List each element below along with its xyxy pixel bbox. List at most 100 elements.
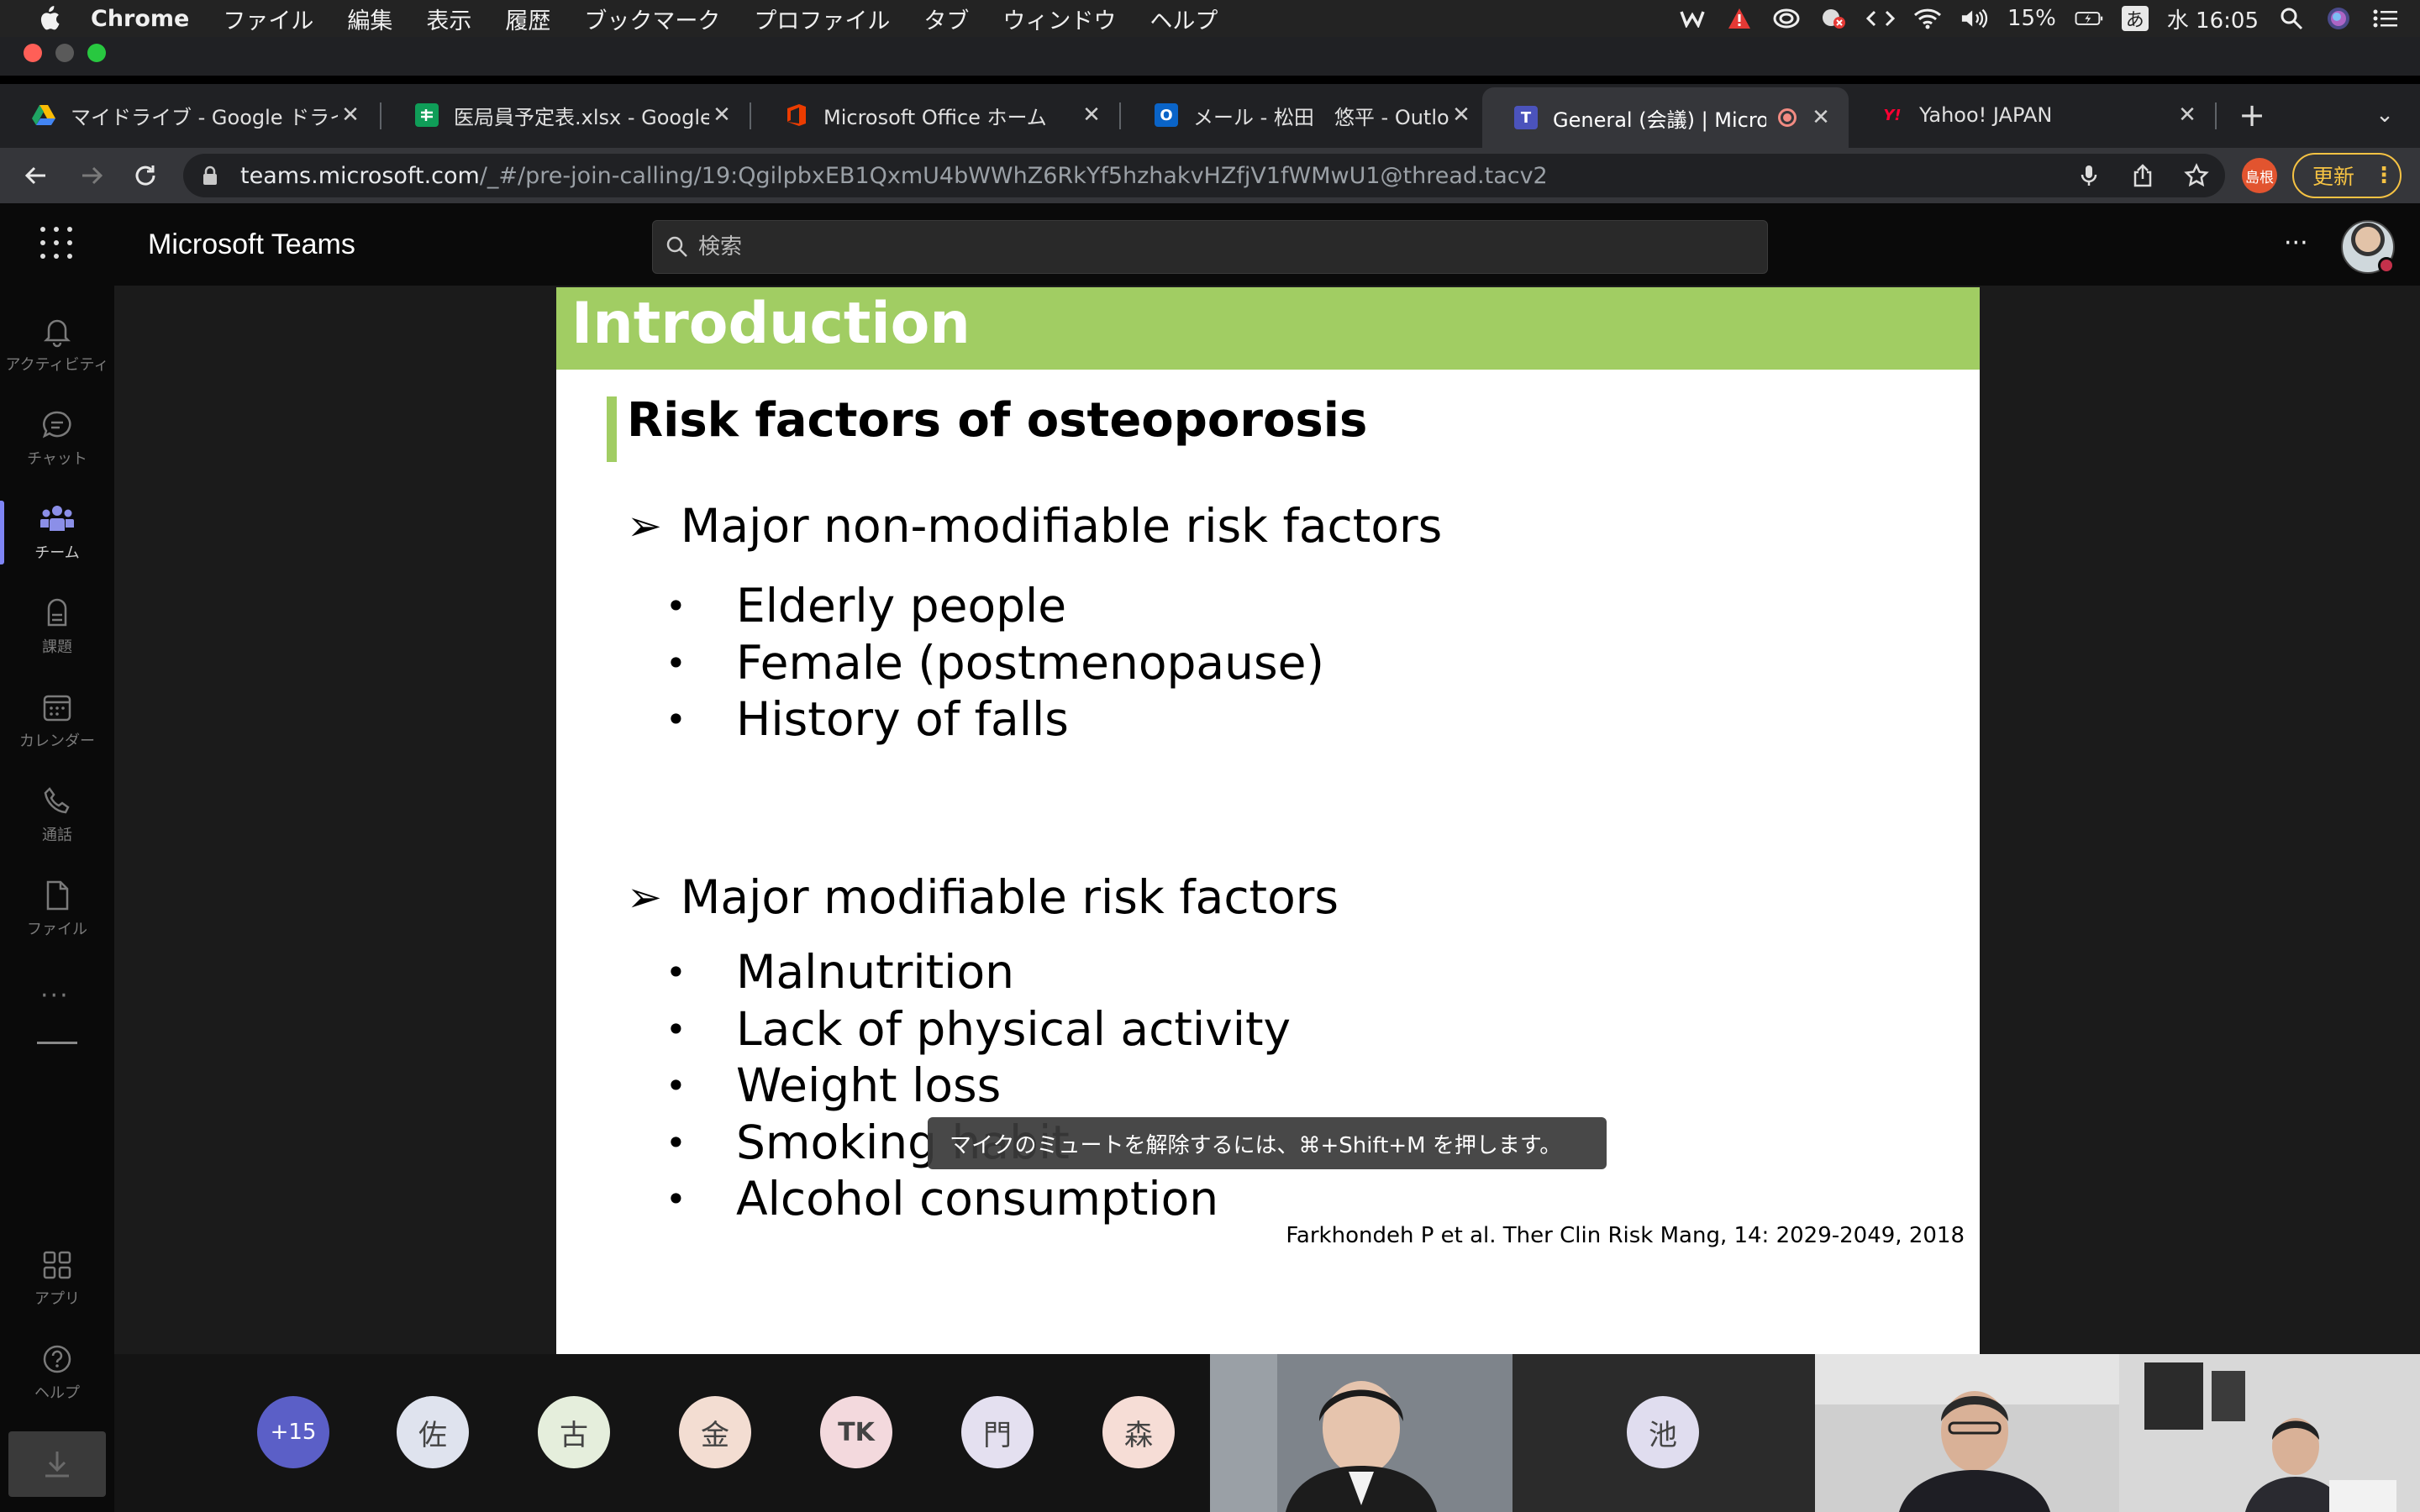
more-apps-icon[interactable]: ··· [40,981,70,1011]
tab-close-icon[interactable]: ✕ [338,102,363,128]
participant-avatar[interactable]: TK [820,1396,892,1468]
menu-file[interactable]: ファイル [223,3,313,35]
siri-icon[interactable] [2324,6,2353,31]
apps-icon [43,1251,71,1279]
menu-profile[interactable]: プロファイル [754,3,890,35]
address-url[interactable]: teams.microsoft.com/_#/pre-join-calling/… [240,163,1548,189]
download-app-button[interactable] [8,1431,106,1497]
rail-item-apps[interactable]: アプリ [0,1236,114,1320]
menu-window[interactable]: ウィンドウ [1002,3,1116,35]
menu-bookmarks[interactable]: ブックマーク [584,3,720,35]
macos-menubar: Chrome ファイル 編集 表示 履歴 ブックマーク プロファイル タブ ウィ… [0,0,2420,37]
participant-video-tile[interactable]: 池 [1512,1354,1815,1512]
window-close-button[interactable] [24,44,42,62]
participant-avatar[interactable]: 池 [1627,1396,1699,1468]
rail-label: チーム [34,544,80,562]
bullet-list: Elderly people Female (postmenopause) Hi… [666,578,1324,748]
tab-close-icon[interactable]: ✕ [709,102,734,128]
new-tab-button[interactable]: + [2235,94,2269,136]
file-icon [46,880,69,911]
bookmark-star-icon[interactable] [2183,162,2210,189]
apple-icon[interactable] [32,4,66,33]
menu-history[interactable]: 履歴 [505,3,550,35]
tab-close-icon[interactable]: ✕ [1079,102,1104,128]
profile-avatar-chip[interactable]: 島根 [2242,158,2277,193]
rail-label: ヘルプ [34,1384,80,1402]
microphone-icon[interactable] [2075,162,2102,189]
rail-item-calendar[interactable]: カレンダー [0,679,114,763]
rail-label: チャット [27,450,87,468]
menu-app-chrome[interactable]: Chrome [91,6,189,32]
update-button[interactable]: 更新 ⋮ [2292,153,2402,198]
battery-charging-icon[interactable] [2075,6,2103,31]
teams-search-box[interactable] [652,220,1768,274]
tab-outlook-mail[interactable]: O メール - 松田 悠平 - Outlook ✕ [1123,91,1489,139]
address-bar[interactable]: teams.microsoft.com/_#/pre-join-calling/… [183,154,2225,197]
participant-avatar[interactable]: 金 [679,1396,751,1468]
tab-separator [750,102,751,129]
participant-avatar[interactable]: 古 [538,1396,610,1468]
input-method-indicator[interactable]: あ [2121,6,2149,31]
menubar-clock[interactable]: 水 16:05 [2167,3,2259,34]
rail-item-teams[interactable]: チーム [0,491,114,575]
more-participants-badge[interactable]: +15 [257,1396,329,1468]
search-icon [665,234,690,260]
participant-avatar[interactable]: 佐 [397,1396,469,1468]
wifi-icon[interactable] [1913,6,1942,31]
rail-item-activity[interactable]: アクティビティ [0,302,114,386]
participant-video-tile[interactable] [1210,1354,1512,1512]
control-center-icon[interactable] [2371,6,2400,31]
menubar-status-area: 15% あ 水 16:05 [1678,0,2400,37]
sync-error-icon[interactable] [1819,6,1848,31]
participant-avatar[interactable]: 森 [1102,1396,1175,1468]
tab-google-drive[interactable]: マイドライブ - Google ドライブ ✕ [0,91,378,139]
spotlight-search-icon[interactable] [2277,6,2306,31]
warning-icon[interactable] [1725,6,1754,31]
tab-separator [1119,102,1121,129]
tab-yahoo-japan[interactable]: Y! Yahoo! JAPAN ✕ [1849,91,2215,139]
rail-divider [37,1042,77,1044]
webex-icon[interactable] [1678,6,1707,31]
search-input[interactable] [698,234,1707,260]
lock-icon[interactable] [202,165,227,186]
rail-label: アクティビティ [5,356,109,374]
creative-cloud-icon[interactable] [1772,6,1801,31]
forward-button[interactable] [71,155,113,197]
address-bar-actions [2075,154,2210,197]
participant-video-tile[interactable] [1815,1354,2119,1512]
code-brackets-icon[interactable] [1866,6,1895,31]
rail-item-files[interactable]: ファイル [0,867,114,951]
tab-google-sheets[interactable]: 医局員予定表.xlsx - Google スプレッドシート ✕ [383,91,750,139]
battery-percent: 15% [2007,6,2056,31]
app-launcher-icon[interactable] [40,227,74,260]
tab-close-icon[interactable]: ✕ [1808,105,1833,130]
yahoo-icon: Y! [1883,106,1902,124]
participant-avatar[interactable]: 門 [961,1396,1034,1468]
list-item: Alcohol consumption [666,1171,1291,1228]
menu-help[interactable]: ヘルプ [1150,3,1218,35]
menu-edit[interactable]: 編集 [347,3,392,35]
menu-tab[interactable]: タブ [923,3,969,35]
menu-view[interactable]: 表示 [426,3,471,35]
teams-app-title: Microsoft Teams [148,228,355,260]
share-icon[interactable] [2129,162,2156,189]
tab-teams-general[interactable]: T General (会議) | Microsoft Teams ✕ [1482,87,1849,148]
download-icon [45,1452,69,1478]
more-options-icon[interactable]: ··· [2284,228,2308,258]
rail-item-calls[interactable]: 通話 [0,773,114,857]
google-drive-icon [32,103,55,127]
window-zoom-button[interactable] [87,44,106,62]
tab-search-chevron-icon[interactable]: ⌄ [2368,94,2402,136]
rail-item-chat[interactable]: チャット [0,396,114,480]
volume-icon[interactable] [1960,6,1989,31]
participant-video-tile[interactable] [2119,1354,2420,1512]
window-minimize-button[interactable] [55,44,74,62]
rail-label: カレンダー [19,732,95,750]
rail-item-help[interactable]: ヘルプ [0,1331,114,1415]
tab-close-icon[interactable]: ✕ [1449,102,1474,128]
rail-item-assignments[interactable]: 課題 [0,585,114,669]
reload-button[interactable] [124,155,166,197]
tab-close-icon[interactable]: ✕ [2175,102,2200,128]
tab-office-home[interactable]: Microsoft Office ホーム ✕ [753,91,1119,139]
back-button[interactable] [15,155,57,197]
